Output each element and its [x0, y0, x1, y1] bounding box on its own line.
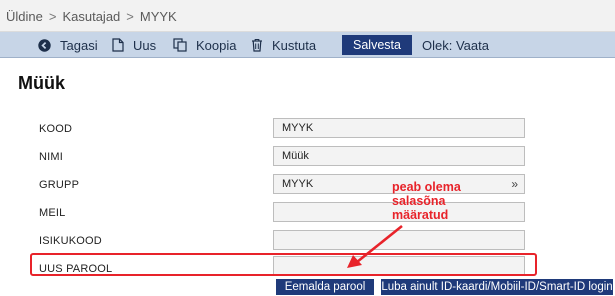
new-password-label: UUS PAROOL	[39, 263, 113, 275]
delete-label: Kustuta	[272, 37, 317, 53]
new-document-icon	[112, 38, 124, 52]
copy-icon	[173, 38, 187, 52]
breadcrumb-item-users[interactable]: Kasutajad	[62, 9, 120, 24]
save-button[interactable]: Salvesta	[342, 35, 412, 55]
code-field[interactable]: MYYK	[273, 118, 525, 138]
back-arrow-icon	[38, 38, 51, 52]
annotation-line: salasõna	[392, 194, 446, 208]
annotation-line: peab olema	[392, 180, 461, 194]
status-text: Olek: Vaata	[422, 37, 489, 53]
name-field[interactable]: Müük	[273, 146, 525, 166]
picker-chevron-icon[interactable]: »	[511, 177, 518, 191]
group-label: GRUPP	[39, 179, 80, 191]
personal-code-label: ISIKUKOOD	[39, 235, 102, 247]
copy-label: Koopia	[196, 37, 237, 53]
code-label: KOOD	[39, 123, 73, 135]
annotation-line: määratud	[392, 208, 449, 222]
toolbar: Tagasi Uus Koopia Kustuta Salvesta Olek:…	[0, 32, 615, 58]
back-label: Tagasi	[60, 37, 98, 53]
copy-button[interactable]: Koopia	[173, 32, 236, 58]
new-password-field[interactable]	[273, 256, 525, 276]
breadcrumb-separator: >	[48, 9, 57, 24]
breadcrumb-item-general[interactable]: Üldine	[6, 9, 43, 24]
breadcrumb-separator: >	[126, 9, 134, 24]
page-title: Müük	[18, 73, 65, 93]
back-button[interactable]: Tagasi	[38, 32, 98, 58]
id-card-login-only-button[interactable]: Luba ainult ID-kaardi/Mobiil-ID/Smart-ID…	[381, 279, 613, 295]
personal-code-field[interactable]	[273, 230, 525, 250]
name-label: NIMI	[39, 151, 64, 163]
trash-icon	[252, 38, 262, 52]
breadcrumb-item-current: MYYK	[139, 9, 177, 24]
new-label: Uus	[133, 37, 157, 53]
annotation-note: peab olema salasõna määratud	[392, 180, 461, 222]
email-label: MEIL	[39, 207, 66, 219]
delete-button[interactable]: Kustuta	[251, 32, 316, 58]
group-value: MYYK	[282, 178, 314, 190]
remove-password-button[interactable]: Eemalda parool	[276, 279, 374, 295]
new-button[interactable]: Uus	[112, 32, 156, 58]
breadcrumb: Üldine > Kasutajad > MYYK	[0, 0, 615, 32]
